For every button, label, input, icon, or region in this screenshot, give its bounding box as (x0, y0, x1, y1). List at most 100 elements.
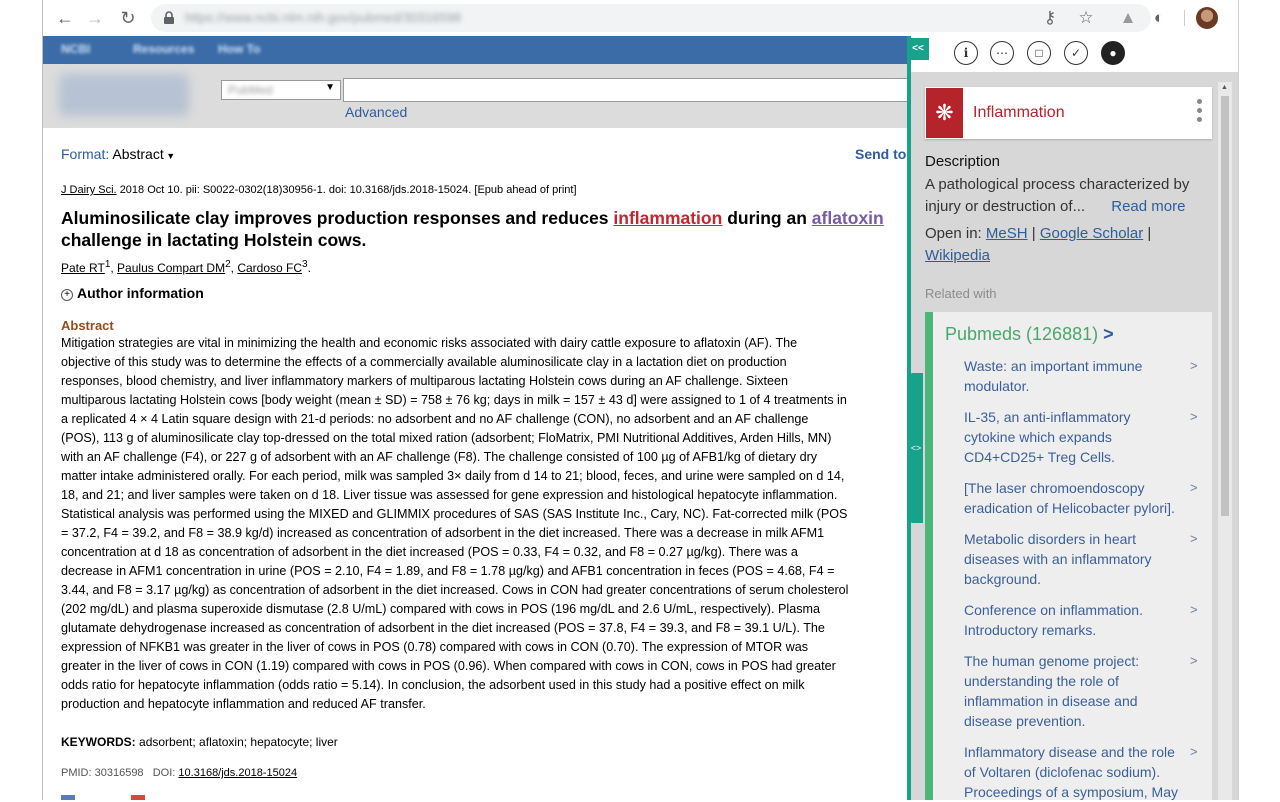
info-icon[interactable]: i (954, 41, 978, 65)
scroll-up-icon[interactable]: ▲ (1221, 84, 1228, 91)
comment-icon[interactable]: ⋯ (990, 41, 1014, 65)
pubmed-item[interactable]: Conference on inflammation. Introductory… (964, 600, 1184, 640)
entity-card: ❋ Inflammation (925, 87, 1212, 139)
chevron-right-icon[interactable]: > (1190, 653, 1198, 668)
author-affiliation: 1 (104, 259, 111, 270)
abstract-line: concentration at d 18 as concentration o… (61, 545, 798, 559)
abstract-line: decrease in AFM1 concentration in urine … (61, 564, 835, 578)
author-link[interactable]: Cardoso FC (237, 261, 302, 275)
keywords: KEYWORDS: adsorbent; aflatoxin; hepatocy… (61, 735, 338, 749)
abstract-line: Statistical analysis was performed using… (61, 507, 848, 521)
abstract-line: responses, blood chemistry, and liver in… (61, 374, 789, 388)
more-options-icon[interactable] (1197, 99, 1202, 126)
collapse-panel-button[interactable]: << (907, 38, 929, 60)
author-link[interactable]: Pate RT (61, 261, 105, 275)
scrollbar-thumb[interactable] (1221, 96, 1229, 516)
entity-name[interactable]: Inflammation (973, 104, 1065, 122)
history-icon[interactable]: ✓ (1064, 41, 1088, 65)
ncbi-logo[interactable]: NCBI (61, 42, 90, 56)
star-icon[interactable]: ☆ (1074, 6, 1098, 30)
chevron-right-icon: > (1103, 324, 1114, 344)
fulltext-links[interactable] (61, 795, 151, 800)
lock-icon (164, 11, 174, 24)
abstract-line: multiparous lactating Holstein cows [bod… (61, 393, 847, 407)
profile-avatar[interactable] (1196, 7, 1218, 29)
chevron-right-icon[interactable]: > (1190, 358, 1198, 373)
abstract-line: a replicated 4 × 4 Latin square design w… (61, 412, 809, 426)
abstract-text: Mitigation strategies are vital in minim… (61, 334, 907, 714)
description-heading: Description (925, 153, 1001, 170)
forward-icon[interactable]: → (83, 6, 107, 30)
pubmed-item[interactable]: IL-35, an anti-inflammatory cytokine whi… (964, 407, 1184, 467)
abstract-line: 18, and 21; and liver samples were taken… (61, 488, 838, 502)
dropdown-arrow-icon: ▼ (325, 82, 335, 93)
google-scholar-link[interactable]: Google Scholar (1040, 225, 1143, 242)
howto-menu[interactable]: How To (218, 42, 260, 56)
extension-icon[interactable]: ▲ (1116, 6, 1140, 30)
abstract-line: expression of NFKB1 was greater in the l… (61, 640, 809, 654)
abstract-line: = 37.2, F4 = 39.2, and F8 = 38.9 kg/d) i… (61, 526, 825, 540)
doi-link[interactable]: 10.3168/jds.2018-15024 (178, 767, 297, 779)
abstract-line: production and hepatocyte inflammation a… (61, 697, 426, 711)
key-icon[interactable]: ⚷ (1038, 6, 1062, 30)
pubmed-item[interactable]: Metabolic disorders in heart diseases wi… (964, 529, 1184, 589)
page-border-right (1238, 0, 1239, 800)
open-in-links: Open in: MeSH | Google Scholar | Wikiped… (925, 225, 1152, 264)
wikipedia-link[interactable]: Wikipedia (925, 247, 990, 264)
abstract-line: odds ratio for hepatocyte inflammation (… (61, 678, 805, 692)
pubmeds-heading[interactable]: Pubmeds (126881) > (945, 324, 1114, 345)
highlight-inflammation[interactable]: inflammation (613, 208, 722, 228)
chevron-right-icon[interactable]: > (1190, 480, 1198, 495)
pubmed-item[interactable]: [The laser chromoendoscopy eradication o… (964, 478, 1184, 518)
panel-resize-handle[interactable]: <> (909, 373, 923, 523)
database-select[interactable]: PubMed ▼ (221, 80, 341, 100)
author-information-toggle[interactable]: + Author information (61, 285, 204, 301)
abstract-line: (POS), 113 g of aluminosilicate clay top… (61, 431, 832, 445)
panel-tabs: i ⋯ □ ✓ ● (911, 36, 1238, 72)
format-selector[interactable]: Format: Abstract ▼ (61, 146, 175, 162)
address-bar[interactable]: https://www.ncbi.nlm.nih.gov/pubmed/3031… (151, 4, 1151, 32)
extension-icon-2[interactable]: ◐ (1147, 6, 1171, 30)
user-icon[interactable]: ● (1101, 41, 1125, 65)
abstract-line: 3.44, and F8 = 3.17 µg/kg) as concentrat… (61, 583, 849, 597)
search-area: PubMed ▼ Advanced (43, 64, 908, 128)
related-label: Related with (925, 286, 997, 301)
abstract-line: Mitigation strategies are vital in minim… (61, 336, 798, 350)
abstract-line: matter intake administered orally. For e… (61, 469, 845, 483)
abstract-line: glutamate dehydrogenase increased as con… (61, 621, 825, 635)
plus-icon: + (61, 289, 73, 301)
chevron-right-icon[interactable]: > (1190, 531, 1198, 546)
resources-menu[interactable]: Resources (133, 42, 194, 56)
toolbar-separator (1184, 10, 1185, 26)
back-icon[interactable]: ← (53, 6, 77, 30)
author-affiliation: 3 (302, 259, 308, 270)
reload-icon[interactable]: ↻ (116, 6, 140, 30)
panel-scrollbar[interactable]: ▲ (1218, 82, 1232, 800)
pubmed-item[interactable]: Inflammatory disease and the role of Vol… (964, 742, 1184, 802)
folder-icon[interactable]: □ (1027, 41, 1051, 65)
send-to-menu[interactable]: Send to (855, 146, 906, 162)
author-link[interactable]: Paulus Compart DM (117, 261, 225, 275)
advanced-search-link[interactable]: Advanced (345, 104, 407, 120)
ncbi-header-bar: NCBI Resources How To (43, 36, 907, 64)
abstract-line: objective of this study was to determine… (61, 355, 787, 369)
journal-link[interactable]: J Dairy Sci. (61, 184, 117, 196)
pubmed-item[interactable]: The human genome project: understanding … (964, 651, 1184, 731)
url-text: https://www.ncbi.nlm.nih.gov/pubmed/3031… (185, 10, 462, 25)
mesh-link[interactable]: MeSH (986, 225, 1028, 242)
pmid-doi: PMID: 30316598 DOI: 10.3168/jds.2018-150… (61, 767, 298, 779)
abstract-line: with an AF challenge (F4), or 227 g of a… (61, 450, 818, 464)
chevron-right-icon[interactable]: > (1190, 602, 1198, 617)
pdf-icon[interactable] (131, 795, 145, 800)
search-input[interactable] (343, 78, 908, 102)
virus-icon: ❋ (926, 88, 963, 138)
chevron-right-icon[interactable]: > (1190, 409, 1198, 424)
highlight-aflatoxin[interactable]: aflatoxin (812, 208, 884, 228)
pubmed-logo[interactable] (59, 74, 189, 116)
abstract-line: (202 mg/dL) and plasma superoxide dismut… (61, 602, 820, 616)
abstract-line: greater in the liver of cows in CON (1.1… (61, 659, 836, 673)
read-more-link[interactable]: Read more (1111, 198, 1185, 215)
pubmed-item[interactable]: Waste: an important immune modulator. (964, 356, 1184, 396)
fulltext-icon[interactable] (61, 795, 75, 800)
chevron-right-icon[interactable]: > (1190, 744, 1198, 759)
